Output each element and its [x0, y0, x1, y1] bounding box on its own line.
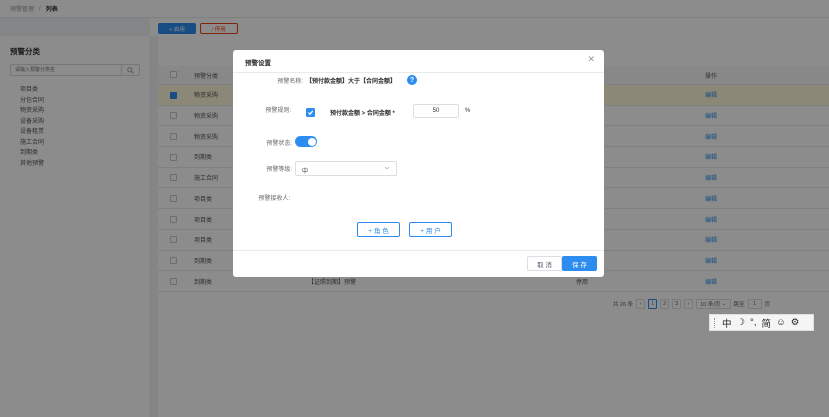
status-label: 预警状态:: [266, 141, 292, 147]
cancel-button[interactable]: 取 消: [527, 256, 562, 271]
status-toggle[interactable]: [295, 136, 317, 147]
warning-settings-dialog: 预警设置 ✕ 预警名称: 【预付款金额】大于【合同金额】 ? 预警规则: 预付款…: [233, 50, 604, 277]
drag-handle[interactable]: [714, 317, 717, 328]
ime-chinese-mode[interactable]: 中: [722, 316, 732, 330]
ime-punctuation-icon[interactable]: °,: [750, 317, 756, 328]
rule-text: 预付款金额 > 合同金额 *: [330, 111, 395, 117]
add-user-button[interactable]: + 用 户: [409, 222, 452, 237]
warning-name: 【预付款金额】大于【合同金额】: [306, 79, 397, 85]
toggle-knob: [307, 137, 316, 146]
save-button[interactable]: 保 存: [562, 256, 597, 271]
ime-simplified-mode[interactable]: 简: [762, 316, 772, 330]
dialog-header: 预警设置 ✕: [233, 50, 604, 73]
rule-checkbox[interactable]: [306, 108, 315, 117]
level-value: 中: [302, 168, 309, 175]
ime-settings-icon[interactable]: ⚙: [791, 317, 800, 328]
chevron-down-icon: [384, 165, 390, 173]
ime-emoji-icon[interactable]: ☺: [776, 317, 786, 328]
ime-toolbar: 中 ☽ °, 简 ☺ ⚙: [709, 314, 814, 331]
close-icon[interactable]: ✕: [587, 54, 595, 65]
name-label: 预警名称:: [277, 79, 303, 85]
receiver-label: 预警接收人:: [258, 196, 290, 202]
add-role-button[interactable]: + 角 色: [357, 222, 400, 237]
rule-value-input[interactable]: 50: [413, 104, 459, 118]
dialog-title: 预警设置: [245, 60, 271, 67]
level-select[interactable]: 中: [295, 161, 397, 176]
rule-unit: %: [465, 108, 471, 114]
help-icon[interactable]: ?: [407, 75, 417, 85]
ime-halfwidth-icon[interactable]: ☽: [737, 317, 746, 328]
level-label: 预警等级:: [266, 167, 292, 173]
rule-label: 预警规则:: [265, 108, 291, 114]
